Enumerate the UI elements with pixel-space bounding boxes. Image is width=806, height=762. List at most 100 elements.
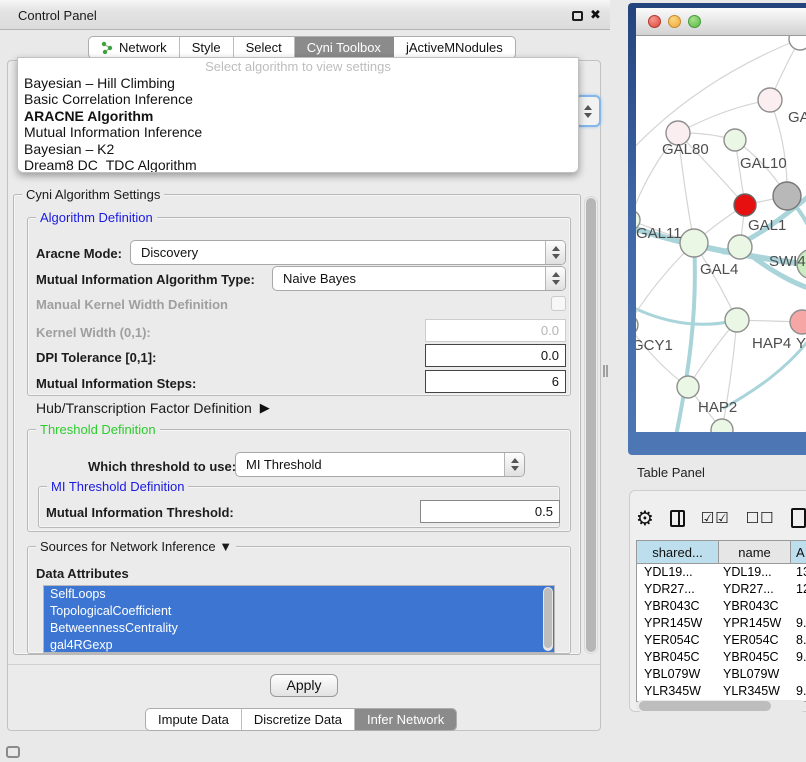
- float-window-icon[interactable]: [572, 11, 583, 21]
- settings-scrollbar-thumb[interactable]: [586, 198, 596, 652]
- node-hap4[interactable]: [725, 308, 749, 332]
- node-label: SWI4: [769, 253, 806, 270]
- table-row[interactable]: YER054C YER054C 8.: [637, 632, 806, 649]
- attribute-list-scrollbar[interactable]: [543, 587, 553, 651]
- mac-minimize-icon[interactable]: [668, 15, 681, 28]
- node-label: GAL4: [700, 261, 738, 278]
- node-label: GAL1: [748, 217, 786, 234]
- columns-icon[interactable]: [670, 510, 685, 527]
- document-icon[interactable]: [791, 508, 806, 528]
- mac-close-icon[interactable]: [648, 15, 661, 28]
- gear-icon[interactable]: ⚙: [636, 508, 654, 528]
- attribute-item[interactable]: BetweennessCentrality: [44, 620, 554, 637]
- node-label: GAL11: [636, 225, 682, 242]
- node-label: GCY1: [636, 337, 673, 354]
- select-all-checkboxes-icon[interactable]: ☑☑: [701, 509, 730, 527]
- mi-algorithm-type-label: Mutual Information Algorithm Type:: [36, 272, 255, 287]
- tab-jactivemnodules[interactable]: jActiveMNodules: [394, 37, 515, 58]
- column-header-name[interactable]: name: [719, 541, 791, 563]
- attribute-item[interactable]: SelfLoops: [44, 586, 554, 603]
- aracne-mode-combo[interactable]: Discovery: [130, 240, 566, 265]
- node-hap2[interactable]: [677, 376, 699, 398]
- node-unlabeled[interactable]: [789, 36, 806, 50]
- panel-splitter-handle[interactable]: [603, 365, 608, 377]
- attribute-item[interactable]: gal4RGexp: [44, 637, 554, 653]
- mi-algorithm-type-combo[interactable]: Naive Bayes: [272, 266, 566, 291]
- combo-stepper-icon: [504, 453, 524, 476]
- dock-panel-icon[interactable]: [6, 746, 20, 758]
- node-gal4[interactable]: [680, 229, 708, 257]
- node-gcy1[interactable]: [636, 315, 638, 335]
- combo-stepper-icon: [545, 241, 565, 264]
- tab-discretize-data[interactable]: Discretize Data: [242, 709, 355, 730]
- table-horizontal-scrollbar[interactable]: [636, 700, 806, 712]
- control-panel-titlebar: Control Panel ✖: [0, 0, 610, 30]
- algorithm-option[interactable]: Dream8 DC_TDC Algorithm: [18, 157, 578, 173]
- bottom-tabbar: Impute Data Discretize Data Infer Networ…: [145, 708, 457, 731]
- table-row[interactable]: YDR27... YDR27... 12: [637, 581, 806, 598]
- table-panel-toolbar: ⚙ ☑☑ ☐☐: [636, 502, 806, 534]
- mi-threshold-field[interactable]: 0.5: [420, 500, 560, 523]
- node-label: GAL80: [662, 141, 709, 158]
- table-row[interactable]: YDL19... YDL19... 13: [637, 564, 806, 581]
- control-panel-tabbar: Network Style Select Cyni Toolbox jActiv…: [88, 36, 516, 59]
- table-row[interactable]: YPR145W YPR145W 9.: [637, 615, 806, 632]
- node-gray[interactable]: [773, 182, 801, 210]
- node-salmon[interactable]: [790, 310, 806, 334]
- deselect-all-checkboxes-icon[interactable]: ☐☐: [746, 509, 775, 527]
- node-label: HAP2: [698, 399, 737, 416]
- mac-zoom-icon[interactable]: [688, 15, 701, 28]
- table-row[interactable]: YLR345W YLR345W 9.: [637, 683, 806, 700]
- node-attribute-table[interactable]: shared... name A YDL19... YDL19... 13 YD…: [636, 540, 806, 702]
- algorithm-option[interactable]: Bayesian – Hill Climbing: [18, 75, 578, 91]
- mi-threshold-label: Mutual Information Threshold:: [46, 505, 234, 520]
- hub-transcription-factor-section[interactable]: Hub/Transcription Factor Definition ▶: [36, 400, 270, 416]
- collapse-arrow-icon[interactable]: ▼: [219, 539, 232, 554]
- expand-arrow-icon[interactable]: ▶: [260, 400, 270, 416]
- network-canvas[interactable]: GAL7 GAL80 GAL10 GAL1 SWI4 GAL11 GAL4 GC…: [636, 36, 806, 432]
- application-window: Control Panel ✖ Network Style Select Cyn…: [0, 0, 806, 762]
- table-row[interactable]: YBL079W YBL079W: [637, 666, 806, 683]
- which-threshold-label: Which threshold to use:: [88, 459, 236, 474]
- table-header-row: shared... name A: [637, 541, 806, 564]
- tab-select[interactable]: Select: [234, 37, 295, 58]
- control-panel-title: Control Panel: [18, 8, 97, 23]
- apply-button[interactable]: Apply: [270, 674, 338, 697]
- data-attributes-list[interactable]: SelfLoops TopologicalCoefficient Between…: [43, 585, 555, 653]
- settings-scrollbar[interactable]: [584, 196, 598, 654]
- network-graph: GAL7 GAL80 GAL10 GAL1 SWI4 GAL11 GAL4 GC…: [636, 36, 806, 432]
- node-gal7[interactable]: [758, 88, 782, 112]
- tab-impute-data[interactable]: Impute Data: [146, 709, 242, 730]
- node-gal1-selected[interactable]: [734, 194, 756, 216]
- close-icon[interactable]: ✖: [590, 7, 601, 23]
- algorithm-option-selected[interactable]: ARACNE Algorithm: [18, 108, 578, 124]
- tab-network[interactable]: Network: [89, 37, 180, 58]
- tab-cyni-toolbox[interactable]: Cyni Toolbox: [295, 37, 394, 58]
- mi-steps-field[interactable]: 6: [425, 370, 566, 393]
- dpi-tolerance-field[interactable]: 0.0: [425, 344, 566, 367]
- tab-style[interactable]: Style: [180, 37, 234, 58]
- algorithm-option[interactable]: Mutual Information Inference: [18, 124, 578, 140]
- which-threshold-combo[interactable]: MI Threshold: [235, 452, 525, 477]
- column-header-cut[interactable]: A: [791, 541, 806, 563]
- algorithm-definition-title: Algorithm Definition: [36, 210, 157, 225]
- algorithm-option[interactable]: Basic Correlation Inference: [18, 91, 578, 107]
- column-header-sharedname[interactable]: shared...: [637, 541, 719, 563]
- algorithm-popup-prompt: Select algorithm to view settings: [18, 58, 578, 75]
- threshold-definition-title: Threshold Definition: [36, 422, 160, 437]
- node-label: GAL10: [740, 155, 787, 172]
- tab-infer-network[interactable]: Infer Network: [355, 709, 456, 730]
- panel-divider: [8, 664, 600, 665]
- table-row[interactable]: YBR043C YBR043C: [637, 598, 806, 615]
- network-window-titlebar[interactable]: [636, 8, 806, 36]
- node-label: Y: [796, 335, 806, 352]
- manual-kernel-width-checkbox[interactable]: [551, 296, 566, 311]
- aracne-mode-label: Aracne Mode:: [36, 246, 122, 261]
- node-gal10[interactable]: [724, 129, 746, 151]
- kernel-width-field[interactable]: 0.0: [425, 319, 566, 342]
- mi-threshold-title: MI Threshold Definition: [47, 479, 188, 494]
- attribute-item[interactable]: TopologicalCoefficient: [44, 603, 554, 620]
- algorithm-option[interactable]: Bayesian – K2: [18, 141, 578, 157]
- table-row[interactable]: YBR045C YBR045C 9.: [637, 649, 806, 666]
- node-swi4[interactable]: [728, 235, 752, 259]
